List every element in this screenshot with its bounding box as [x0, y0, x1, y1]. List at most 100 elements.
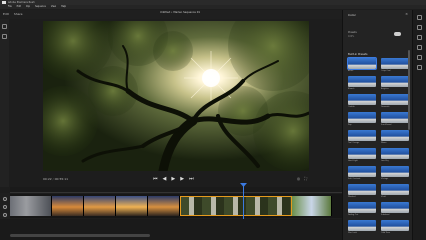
- preset-item[interactable]: Soft Contrast: [348, 166, 376, 182]
- close-icon[interactable]: ×: [405, 12, 408, 16]
- preset-thumbnail[interactable]: [348, 94, 376, 105]
- preset-thumbnail[interactable]: [348, 130, 376, 141]
- tab-share[interactable]: Share: [14, 12, 23, 16]
- preset-item[interactable]: Brighter: [381, 76, 409, 92]
- preset-label: Brighter: [381, 88, 389, 90]
- add-icon[interactable]: [2, 34, 7, 39]
- app-logo-icon: [2, 1, 6, 4]
- menu-clip[interactable]: Clip: [26, 5, 30, 9]
- timecode: 00:22 / 00:55:11: [43, 177, 68, 181]
- preset-thumbnail[interactable]: [381, 76, 409, 87]
- preset-label: Teal Orange: [348, 142, 360, 144]
- preset-thumbnail[interactable]: [347, 57, 377, 70]
- next-marker-icon[interactable]: ⏭: [189, 176, 194, 182]
- preset-label: Crisp Cool: [381, 70, 391, 72]
- menu-file[interactable]: File: [8, 5, 12, 9]
- timeline-clip[interactable]: [292, 196, 332, 216]
- right-tool-rail: [412, 10, 426, 240]
- preset-item[interactable]: Hard Light: [348, 148, 376, 164]
- preset-item[interactable]: Teal Orange: [348, 130, 376, 146]
- audio-icon[interactable]: [417, 55, 422, 60]
- preset-item[interactable]: Crisp Cool: [381, 58, 409, 74]
- preset-item[interactable]: Warm: [381, 130, 409, 146]
- timeline-ruler[interactable]: [10, 187, 342, 193]
- preset-thumbnail[interactable]: [348, 202, 376, 213]
- video-preview[interactable]: [43, 21, 309, 171]
- timeline-clip[interactable]: [84, 196, 116, 216]
- preset-label: Cold Tone: [381, 232, 391, 234]
- timeline-clip[interactable]: [148, 196, 180, 216]
- timeline-clip-selected[interactable]: [180, 196, 292, 216]
- preset-label: Dramatic: [381, 106, 390, 108]
- preset-label: Vivid: [381, 196, 386, 198]
- preset-thumbnail[interactable]: [381, 58, 409, 69]
- preset-thumbnail[interactable]: [381, 148, 409, 159]
- preset-thumbnail[interactable]: [381, 112, 409, 123]
- track-mute-icon[interactable]: [3, 205, 7, 209]
- menu-help[interactable]: Help: [61, 5, 66, 9]
- preset-item[interactable]: Coolish: [348, 94, 376, 110]
- step-forward-icon[interactable]: ▶: [180, 176, 184, 182]
- preset-item[interactable]: Azure: [347, 57, 377, 74]
- track-eye-icon[interactable]: [3, 197, 7, 201]
- mode-tabs: Edit Share: [3, 12, 22, 16]
- transitions-icon[interactable]: [417, 25, 422, 30]
- camera-icon[interactable]: ◎: [297, 176, 301, 181]
- prev-marker-icon[interactable]: ⏮: [153, 176, 158, 182]
- preset-thumbnail[interactable]: [381, 202, 409, 213]
- track-lock-icon[interactable]: [3, 213, 7, 217]
- play-icon[interactable]: ▶: [171, 176, 175, 182]
- panel-scrollbar[interactable]: [408, 50, 410, 130]
- timeline-clip[interactable]: [10, 196, 52, 216]
- speed-icon[interactable]: [417, 45, 422, 50]
- media-icon[interactable]: [2, 24, 7, 29]
- preset-thumbnail[interactable]: [381, 166, 409, 177]
- timecode-separator: /: [52, 177, 54, 181]
- titles-icon[interactable]: [417, 15, 422, 20]
- color-icon[interactable]: [417, 35, 422, 40]
- preset-item[interactable]: Cold Tone: [381, 220, 409, 236]
- preset-thumbnail[interactable]: [348, 112, 376, 123]
- preset-thumbnail[interactable]: [381, 94, 409, 105]
- preset-item[interactable]: Film Look: [348, 220, 376, 236]
- preset-thumbnail[interactable]: [348, 184, 376, 195]
- preset-thumbnail[interactable]: [348, 148, 376, 159]
- preset-label: Soft Contrast: [348, 178, 361, 180]
- preset-thumbnail[interactable]: [381, 130, 409, 141]
- step-back-icon[interactable]: ◀: [163, 176, 167, 182]
- tab-edit[interactable]: Edit: [3, 12, 9, 16]
- preset-label: Hard Light: [348, 160, 358, 162]
- preset-item[interactable]: Vivid: [381, 184, 409, 200]
- preset-item[interactable]: Washed: [348, 184, 376, 200]
- preset-item[interactable]: Sun-Kissed: [381, 112, 409, 128]
- menu-bar: File Edit Clip Sequence View Help: [0, 5, 426, 9]
- timeline[interactable]: [10, 194, 342, 218]
- preset-item[interactable]: Vintage: [381, 166, 409, 182]
- preset-item[interactable]: Pop: [348, 112, 376, 128]
- preset-item[interactable]: Subdued: [381, 202, 409, 218]
- menu-view[interactable]: View: [51, 5, 56, 9]
- project-title: Untitled • Marlen Sequence 01: [159, 11, 201, 14]
- fullscreen-icon[interactable]: ⛶: [304, 176, 307, 181]
- section-built-in-presets[interactable]: Built-in Presets: [348, 53, 367, 56]
- preset-item[interactable]: Low Key: [381, 148, 409, 164]
- preset-item[interactable]: Dramatic: [381, 94, 409, 110]
- transform-icon[interactable]: [417, 65, 422, 70]
- preset-thumbnail[interactable]: [381, 184, 409, 195]
- timeline-clip[interactable]: [116, 196, 148, 216]
- timeline-clip[interactable]: [52, 196, 84, 216]
- preset-thumbnail[interactable]: [381, 220, 409, 231]
- preset-thumbnail[interactable]: [348, 220, 376, 231]
- preset-label: Vintage: [381, 178, 389, 180]
- preset-label: Washed: [348, 196, 356, 198]
- intensity-value: 100%: [348, 35, 355, 38]
- preset-thumbnail[interactable]: [348, 76, 376, 87]
- timeline-scrollbar[interactable]: [10, 234, 150, 237]
- menu-sequence[interactable]: Sequence: [35, 5, 46, 9]
- preset-thumbnail[interactable]: [348, 166, 376, 177]
- preset-item[interactable]: Fading Out: [348, 202, 376, 218]
- preset-item[interactable]: Bleach: [348, 76, 376, 92]
- menu-edit[interactable]: Edit: [17, 5, 21, 9]
- preset-label: Pop: [348, 124, 352, 126]
- color-toggle[interactable]: [394, 32, 401, 36]
